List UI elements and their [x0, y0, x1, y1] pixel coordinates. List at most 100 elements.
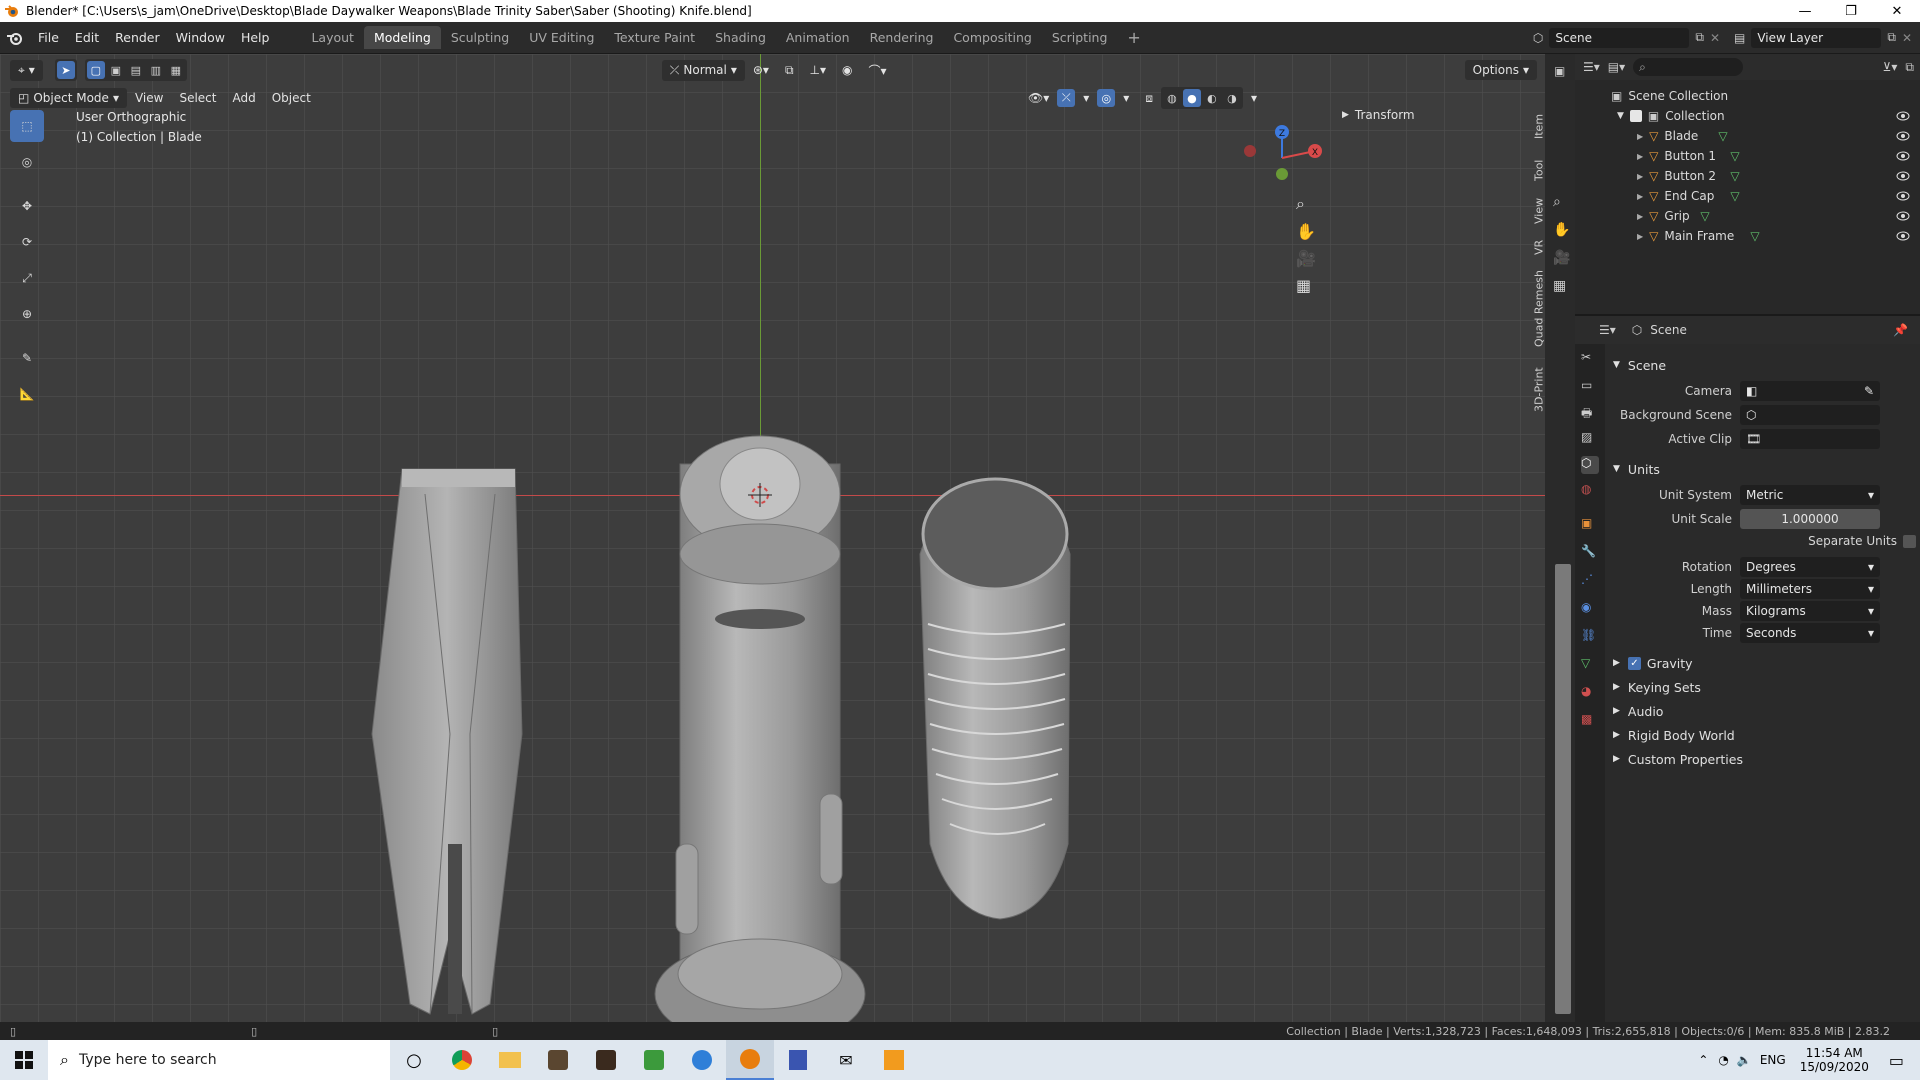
display-mode-icon[interactable]: ▤▾ [1608, 60, 1625, 74]
tab-rendering[interactable]: Rendering [860, 26, 944, 49]
particles-tab-icon[interactable]: ⋰ [1581, 572, 1599, 590]
outliner-row-button-2[interactable]: ▶ ▽ Button 2 ▽ [1575, 166, 1920, 186]
view-layer-selector[interactable]: View Layer [1751, 27, 1882, 48]
network-icon[interactable]: ◔ [1718, 1053, 1728, 1067]
pin-icon[interactable]: 📌 [1893, 323, 1908, 337]
gizmo-toggle-icon[interactable]: ⤫ [1057, 89, 1076, 107]
volume-icon[interactable]: 🔈 [1737, 1053, 1752, 1067]
snap-target-icon[interactable]: ⊥▾ [802, 61, 834, 79]
separate-units-checkbox[interactable] [1903, 534, 1916, 548]
select-invert-icon[interactable]: ▥ [147, 61, 165, 79]
background-scene-field[interactable]: ⬡ [1740, 405, 1880, 425]
tab-scripting[interactable]: Scripting [1042, 26, 1118, 49]
add-workspace-icon[interactable]: + [1117, 24, 1150, 51]
chevron-right-icon[interactable]: ▶ [1637, 212, 1643, 221]
clock[interactable]: 11:54 AM 15/09/2020 [1800, 1046, 1869, 1074]
mass-dropdown[interactable]: Kilograms ▾ [1740, 601, 1880, 621]
app-icon-6[interactable] [870, 1040, 918, 1080]
app-icon-2[interactable] [582, 1040, 630, 1080]
material-tab-icon[interactable]: ◕ [1581, 684, 1599, 702]
outliner-row-collection[interactable]: ▼ ▣ Collection [1575, 106, 1920, 126]
collection-checkbox[interactable] [1629, 110, 1642, 122]
move-tool-icon[interactable]: ✥ [10, 190, 44, 222]
shading-dropdown-icon[interactable]: ▾ [1243, 89, 1265, 107]
annotate-tool-icon[interactable]: ✎ [10, 342, 44, 374]
texture-tab-icon[interactable]: ▩ [1581, 712, 1599, 730]
active-clip-field[interactable]: 🎞 [1740, 429, 1880, 449]
overlays-dropdown-icon[interactable]: ▾ [1115, 89, 1137, 107]
xray-icon[interactable]: ⧈ [1137, 89, 1161, 108]
sidebar-editor-icon[interactable]: ▣ [1554, 64, 1570, 80]
chevron-down-icon[interactable]: ▼ [1617, 111, 1624, 121]
section-scene[interactable]: ▼ Scene [1605, 354, 1920, 376]
wireframe-shading-icon[interactable]: ◍ [1163, 89, 1181, 107]
new-scene-icon[interactable]: ⧉ [1695, 30, 1704, 45]
eye-icon[interactable] [1896, 131, 1910, 141]
options-dropdown[interactable]: Options ▾ [1464, 60, 1537, 80]
eye-icon[interactable] [1896, 211, 1910, 221]
y-axis-icon[interactable] [1276, 168, 1288, 180]
tab-sculpting[interactable]: Sculpting [441, 26, 519, 49]
filter-icon[interactable]: ⊻▾ [1883, 60, 1898, 74]
tab-uv-editing[interactable]: UV Editing [519, 26, 604, 49]
section-rigid-body-world[interactable]: ▶ Rigid Body World [1605, 724, 1920, 746]
navigation-gizmo[interactable]: Z X [1235, 114, 1325, 204]
chevron-right-icon[interactable]: ▶ [1637, 192, 1643, 201]
section-custom-properties[interactable]: ▶ Custom Properties [1605, 748, 1920, 770]
menu-file[interactable]: File [30, 30, 67, 45]
new-view-layer-icon[interactable]: ⧉ [1887, 30, 1896, 45]
file-explorer-icon[interactable] [486, 1040, 534, 1080]
outliner-row-grip[interactable]: ▶ ▽ Grip ▽ [1575, 206, 1920, 226]
chevron-right-icon[interactable]: ▶ [1637, 232, 1643, 241]
sidebar-tab-tool[interactable]: Tool [1530, 152, 1546, 188]
rotation-dropdown[interactable]: Degrees ▾ [1740, 557, 1880, 577]
unit-scale-field[interactable]: 1.000000 [1740, 509, 1880, 529]
menu-add[interactable]: Add [224, 89, 263, 107]
gravity-checkbox[interactable]: ✓ [1627, 656, 1641, 670]
constraints-tab-icon[interactable]: ⛓ [1581, 628, 1599, 646]
main-frame-object[interactable] [654, 435, 866, 1022]
visibility-icon[interactable]: 👁▾ [1020, 89, 1057, 107]
properties-editor-icon[interactable]: ☰▾ [1599, 323, 1616, 337]
blade-object[interactable] [371, 468, 523, 1015]
scale-tool-icon[interactable]: ⤢ [10, 262, 44, 294]
chevron-right-icon[interactable]: ▶ [1637, 172, 1643, 181]
falloff-icon[interactable]: ⌒▾ [860, 60, 894, 81]
notifications-icon[interactable]: ▭ [1889, 1051, 1904, 1070]
scene-selector[interactable]: Scene [1549, 27, 1690, 48]
proportional-edit-icon[interactable]: ◉ [834, 61, 860, 79]
rendered-shading-icon[interactable]: ◑ [1223, 89, 1241, 107]
maximize-button[interactable]: ❐ [1828, 0, 1874, 22]
neg-x-axis-icon[interactable] [1244, 145, 1256, 157]
outliner-editor-icon[interactable]: ☰▾ [1583, 60, 1600, 74]
tab-layout[interactable]: Layout [301, 26, 364, 49]
chevron-right-icon[interactable]: ▶ [1637, 132, 1643, 141]
unit-system-dropdown[interactable]: Metric ▾ [1740, 485, 1880, 505]
render-tab-icon[interactable]: ▭ [1581, 378, 1599, 396]
select-subtract-icon[interactable]: ▤ [127, 61, 145, 79]
length-dropdown[interactable]: Millimeters ▾ [1740, 579, 1880, 599]
windows-start-icon[interactable] [0, 1040, 48, 1080]
3d-cursor-icon[interactable] [748, 483, 772, 507]
camera-field[interactable]: ◧ ✎ [1740, 381, 1880, 401]
output-tab-icon[interactable]: 🖶 [1581, 404, 1599, 422]
app-icon-3[interactable] [630, 1040, 678, 1080]
menu-select[interactable]: Select [171, 89, 224, 107]
taskbar-search-box[interactable]: ⌕ Type here to search [48, 1040, 390, 1080]
measure-tool-icon[interactable]: 📐 [10, 378, 44, 410]
outliner-row-blade[interactable]: ▶ ▽ Blade ▽ [1575, 126, 1920, 146]
outliner-row-main-frame[interactable]: ▶ ▽ Main Frame ▽ [1575, 226, 1920, 246]
cortana-icon[interactable]: ○ [390, 1040, 438, 1080]
tool-tab-icon[interactable]: ✂ [1581, 350, 1599, 368]
side-grid-icon[interactable]: ▦ [1553, 278, 1570, 294]
modifier-tab-icon[interactable]: 🔧 [1581, 544, 1599, 562]
menu-view[interactable]: View [127, 89, 171, 107]
transform-orientation-dropdown[interactable]: ⤫ Normal ▾ [661, 59, 745, 81]
outliner-search-input[interactable]: ⌕ [1633, 58, 1744, 76]
sidebar-tab-view[interactable]: View [1530, 192, 1546, 230]
world-tab-icon[interactable]: ◍ [1581, 482, 1599, 500]
select-box-tool-icon[interactable]: ⬚ [10, 110, 44, 142]
select-extend-icon[interactable]: ▣ [107, 61, 125, 79]
blender-menu-icon[interactable] [0, 28, 30, 48]
sidebar-tab-3d-print[interactable]: 3D-Print [1530, 360, 1546, 420]
